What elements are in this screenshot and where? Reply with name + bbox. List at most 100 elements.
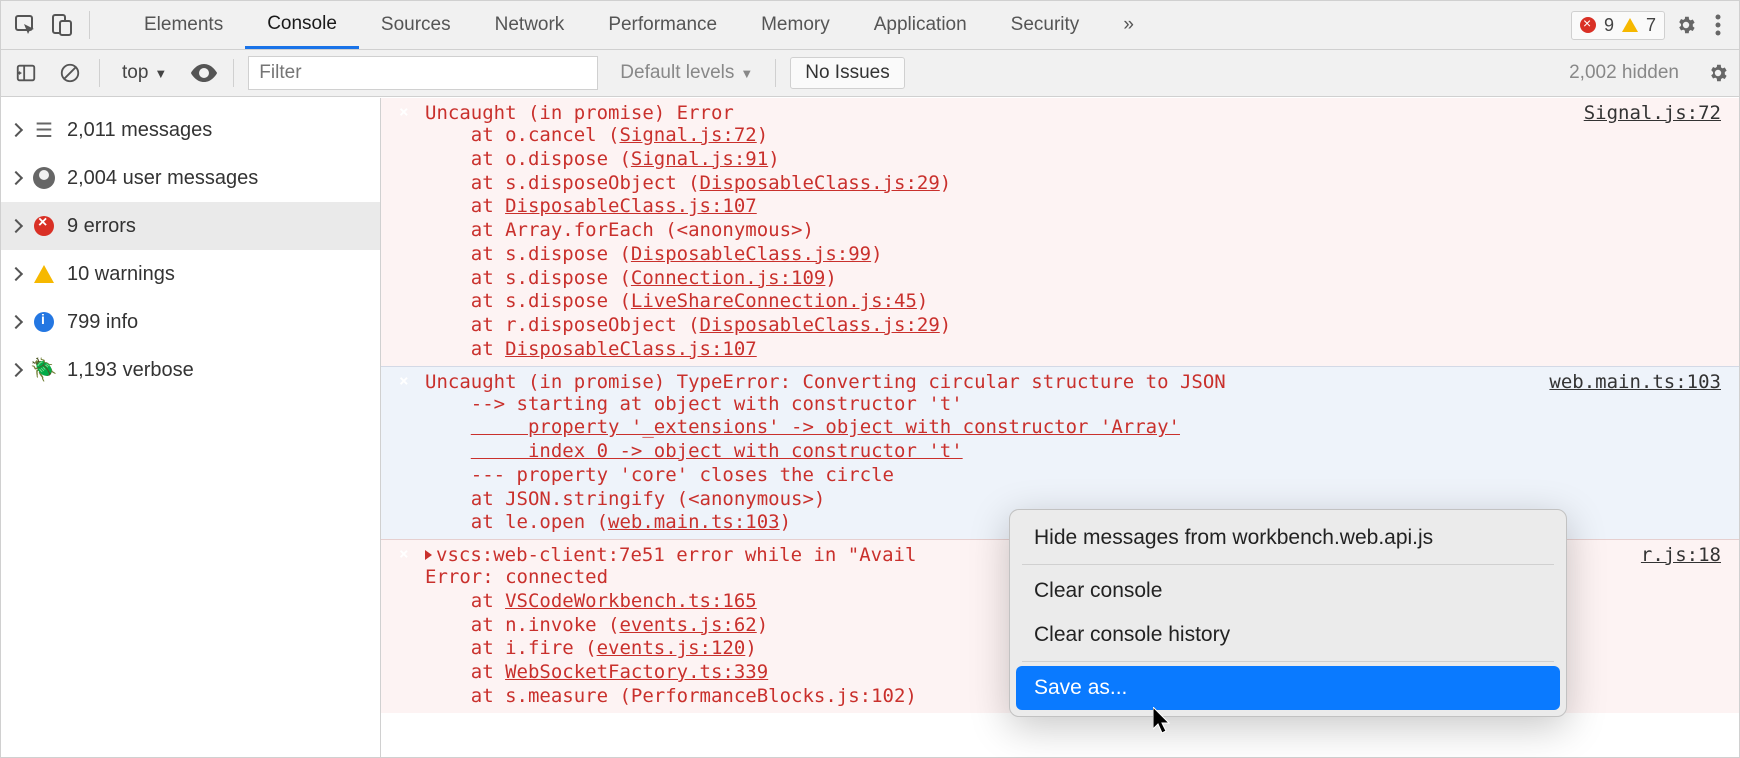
devtools-tabbar: Elements Console Sources Network Perform… [1, 1, 1739, 50]
toggle-sidebar-icon[interactable] [11, 58, 41, 88]
source-link[interactable]: DisposableClass.js:107 [505, 338, 757, 360]
source-link[interactable]: property '_extensions' -> object with co… [471, 416, 1180, 438]
menu-item-clear-history[interactable]: Clear console history [1016, 613, 1560, 657]
warning-icon [34, 265, 54, 283]
sidebar-label: 9 errors [67, 215, 136, 238]
sidebar-item-info[interactable]: 799 info [1, 298, 380, 346]
cursor-icon [1153, 707, 1173, 735]
source-link[interactable]: DisposableClass.js:107 [505, 195, 757, 217]
log-source-link[interactable]: web.main.ts:103 [1549, 371, 1721, 393]
stack-line: at s.dispose (LiveShareConnection.js:45) [425, 290, 1739, 314]
log-head: Uncaught (in promise) TypeError: Convert… [425, 371, 1739, 393]
kebab-menu-icon[interactable] [1707, 14, 1729, 36]
tab-console[interactable]: Console [245, 1, 359, 49]
caret-right-icon [9, 171, 23, 185]
tab-application[interactable]: Application [852, 1, 989, 49]
tab-list: Elements Console Sources Network Perform… [122, 1, 1156, 49]
stack-line: --> starting at object with constructor … [425, 393, 1739, 417]
tab-performance[interactable]: Performance [586, 1, 739, 49]
separator [775, 59, 776, 87]
console-settings-icon[interactable] [1707, 62, 1729, 84]
tab-memory[interactable]: Memory [739, 1, 852, 49]
stack-line: at Array.forEach (<anonymous>) [425, 219, 1739, 243]
source-link[interactable]: DisposableClass.js:29 [700, 172, 940, 194]
sidebar-item-user-messages[interactable]: 2,004 user messages [1, 154, 380, 202]
tab-security[interactable]: Security [989, 1, 1102, 49]
sidebar-label: 2,011 messages [67, 119, 212, 142]
error-warning-badge[interactable]: 9 7 [1571, 11, 1665, 40]
error-icon [34, 216, 54, 236]
log-level-selector[interactable]: Default levels ▼ [612, 62, 761, 84]
caret-right-icon [9, 219, 23, 233]
source-link[interactable]: events.js:120 [597, 637, 746, 659]
error-icon [395, 104, 413, 122]
stack-line: at r.disposeObject (DisposableClass.js:2… [425, 314, 1739, 338]
separator [1022, 564, 1554, 565]
source-link[interactable]: WebSocketFactory.ts:339 [505, 661, 768, 683]
stack-line: property '_extensions' -> object with co… [425, 416, 1739, 440]
source-link[interactable]: Connection.js:109 [631, 267, 825, 289]
stack-line: at JSON.stringify (<anonymous>) [425, 488, 1739, 512]
caret-right-icon[interactable] [425, 550, 432, 560]
inspect-element-icon[interactable] [11, 10, 41, 40]
clear-console-icon[interactable] [55, 58, 85, 88]
context-menu: Hide messages from workbench.web.api.js … [1009, 509, 1567, 717]
caret-right-icon [9, 363, 23, 377]
sidebar-label: 1,193 verbose [67, 359, 194, 382]
chevron-down-icon: ▼ [740, 66, 753, 81]
source-link[interactable]: DisposableClass.js:29 [700, 314, 940, 336]
source-link[interactable]: LiveShareConnection.js:45 [631, 290, 917, 312]
sidebar-item-messages[interactable]: ☰ 2,011 messages [1, 106, 380, 154]
source-link[interactable]: Signal.js:72 [619, 124, 756, 146]
source-link[interactable]: events.js:62 [619, 614, 756, 636]
error-icon [395, 373, 413, 391]
error-count: 9 [1604, 15, 1614, 36]
menu-item-hide-messages[interactable]: Hide messages from workbench.web.api.js [1016, 516, 1560, 560]
stack-line: at o.cancel (Signal.js:72) [425, 124, 1739, 148]
caret-right-icon [9, 315, 23, 329]
log-source-link[interactable]: Signal.js:72 [1584, 102, 1721, 124]
list-icon: ☰ [33, 119, 55, 141]
separator [1022, 661, 1554, 662]
gear-icon[interactable] [1675, 14, 1697, 36]
tab-overflow[interactable]: » [1101, 1, 1156, 49]
log-head: Uncaught (in promise) Error [425, 102, 1739, 124]
sidebar-label: 2,004 user messages [67, 167, 258, 190]
device-toolbar-icon[interactable] [47, 10, 77, 40]
sidebar-label: 10 warnings [67, 263, 175, 286]
separator [89, 11, 90, 39]
live-expression-icon[interactable] [189, 58, 219, 88]
level-label: Default levels [620, 62, 734, 84]
stack-trace: at o.cancel (Signal.js:72) at o.dispose … [425, 124, 1739, 362]
context-label: top [122, 62, 148, 84]
source-link[interactable]: web.main.ts:103 [608, 511, 780, 533]
hidden-count-label: 2,002 hidden [1569, 62, 1679, 84]
log-entry[interactable]: Signal.js:72 Uncaught (in promise) Error… [381, 98, 1739, 366]
source-link[interactable]: DisposableClass.js:99 [631, 243, 871, 265]
tab-network[interactable]: Network [473, 1, 587, 49]
sidebar-label: 799 info [67, 311, 138, 334]
stack-line: index 0 -> object with constructor 't' [425, 440, 1739, 464]
sidebar-item-verbose[interactable]: 🪲 1,193 verbose [1, 346, 380, 394]
stack-line: at DisposableClass.js:107 [425, 338, 1739, 362]
log-source-link[interactable]: r.js:18 [1641, 544, 1721, 566]
separator [99, 59, 100, 87]
tab-elements[interactable]: Elements [122, 1, 245, 49]
source-link[interactable]: VSCodeWorkbench.ts:165 [505, 590, 757, 612]
context-selector[interactable]: top ▼ [114, 62, 175, 84]
stack-line: at s.dispose (Connection.js:109) [425, 267, 1739, 291]
separator [233, 59, 234, 87]
chevron-down-icon: ▼ [154, 66, 167, 81]
sidebar-item-errors[interactable]: 9 errors [1, 202, 380, 250]
console-sidebar: ☰ 2,011 messages 2,004 user messages 9 e… [1, 98, 381, 757]
bug-icon: 🪲 [33, 359, 55, 381]
menu-item-clear-console[interactable]: Clear console [1016, 569, 1560, 613]
user-icon [33, 167, 55, 189]
source-link[interactable]: Signal.js:91 [631, 148, 768, 170]
filter-input[interactable] [248, 56, 598, 90]
source-link[interactable]: index 0 -> object with constructor 't' [471, 440, 963, 462]
sidebar-item-warnings[interactable]: 10 warnings [1, 250, 380, 298]
menu-item-save-as[interactable]: Save as... [1016, 666, 1560, 710]
issues-button[interactable]: No Issues [790, 57, 904, 89]
tab-sources[interactable]: Sources [359, 1, 473, 49]
